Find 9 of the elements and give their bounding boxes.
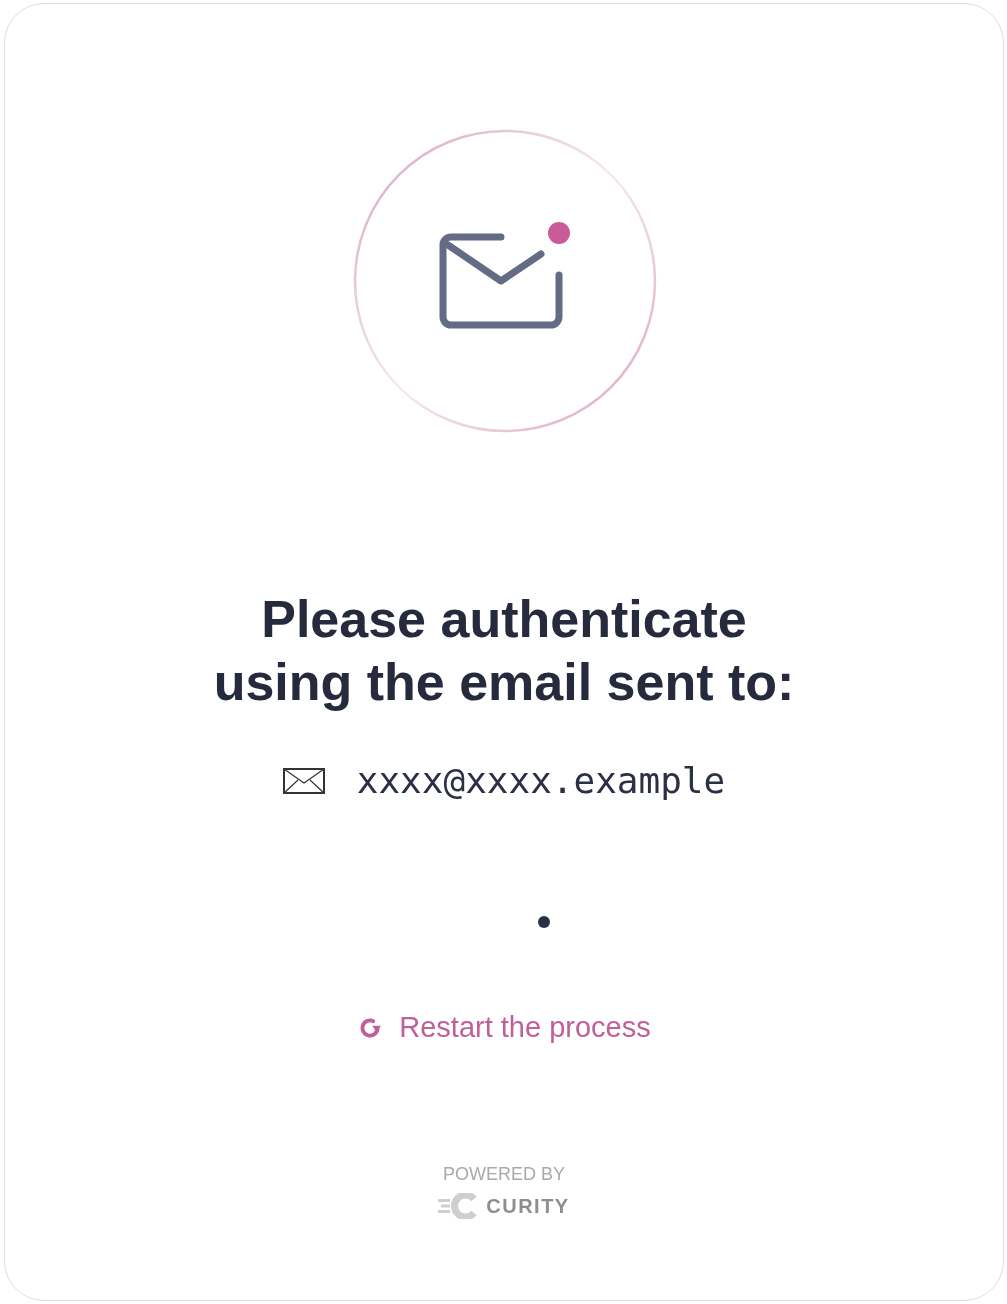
mail-notification-icon [353, 129, 657, 433]
restart-link[interactable]: Restart the process [357, 1011, 651, 1044]
email-address: xxxx@xxxx.example [356, 760, 726, 801]
brand-name: CURITY [486, 1194, 570, 1218]
logo-icon [438, 1193, 479, 1219]
powered-by-label: POWERED BY [443, 1164, 565, 1185]
heading: Please authenticate using the email sent to: [212, 589, 796, 713]
envelope-icon [282, 767, 325, 794]
loading-dot-icon [538, 916, 550, 928]
